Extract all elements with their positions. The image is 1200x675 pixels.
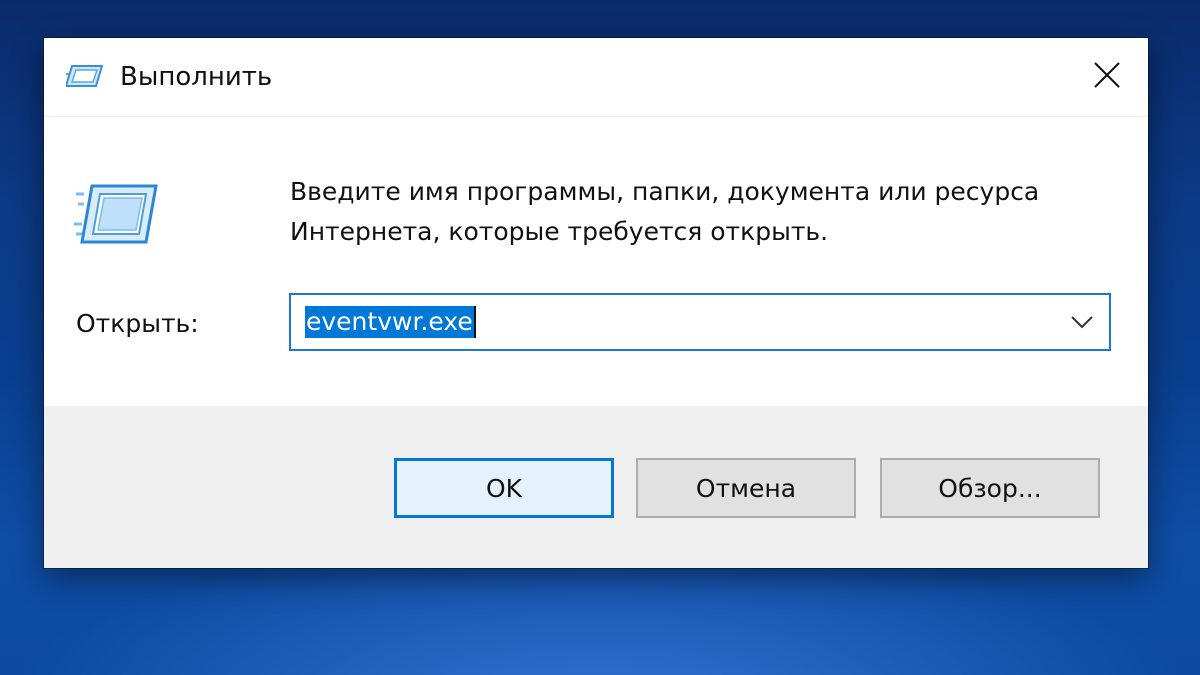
window-title: Выполнить [120,62,273,92]
browse-button[interactable]: Обзор... [880,458,1100,518]
close-icon [1093,61,1121,93]
description-line-1: Введите имя программы, папки, документа … [290,177,1040,206]
cancel-button[interactable]: Отмена [636,458,856,518]
chevron-down-icon [1070,314,1094,333]
run-dialog: Выполнить Введите имя программы, папки, … [44,38,1148,568]
run-icon [74,180,158,248]
open-input[interactable]: eventvwr.exe [305,306,476,338]
description-line-2: Интернета, которые требуется открыть. [290,217,829,246]
ok-button[interactable]: OK [394,458,614,518]
open-label: Открыть: [76,309,199,338]
dropdown-button[interactable] [1067,309,1097,337]
title-bar: Выполнить [44,38,1148,116]
open-combobox[interactable]: eventvwr.exe [289,293,1111,351]
close-button[interactable] [1066,38,1148,116]
run-icon [64,60,106,92]
button-bar: OK Отмена Обзор... [44,406,1148,568]
description: Введите имя программы, папки, документа … [290,172,1130,252]
title-separator [44,116,1148,117]
